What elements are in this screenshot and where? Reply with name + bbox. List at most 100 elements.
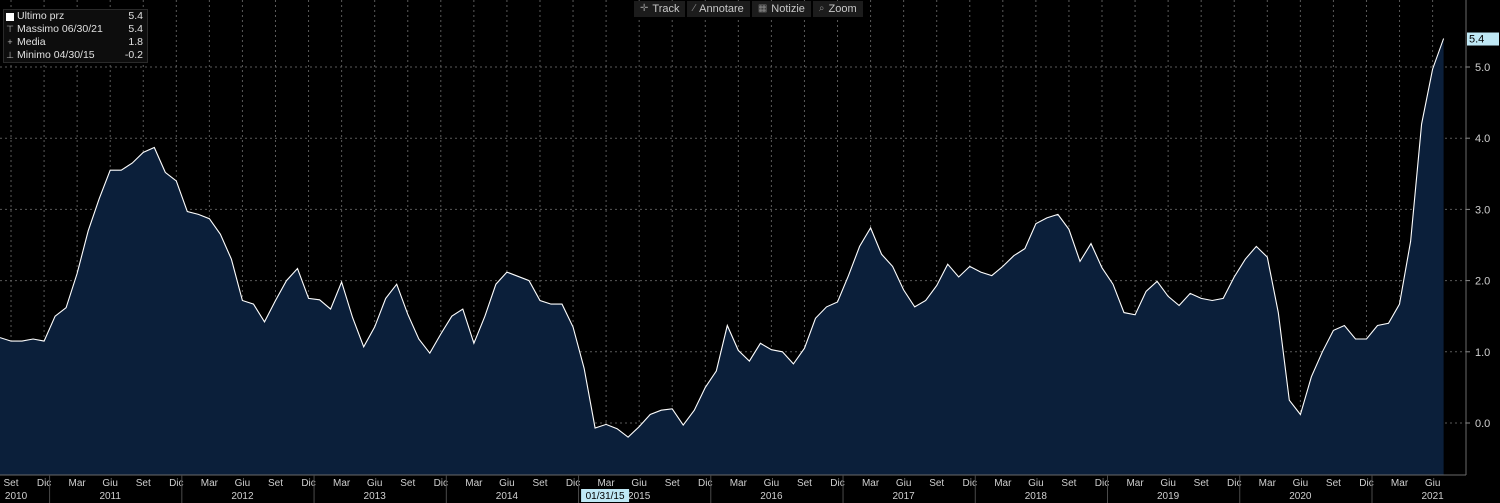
legend-label: Ultimo prz: [17, 10, 65, 22]
x-month-label: Mar: [862, 478, 880, 489]
data-point: [848, 275, 850, 277]
y-tick-label: 0.0: [1475, 418, 1490, 430]
news-button[interactable]: ▦ Notizie: [751, 1, 811, 17]
data-point: [837, 301, 839, 303]
x-month-label: Set: [136, 478, 151, 489]
data-point: [1443, 38, 1445, 40]
x-month-label: Set: [4, 478, 19, 489]
data-point: [473, 343, 475, 345]
x-month-label: Set: [400, 478, 415, 489]
data-point: [407, 313, 409, 315]
data-point: [98, 198, 100, 200]
x-month-label: Set: [665, 478, 680, 489]
data-point: [660, 409, 662, 411]
x-month-label: Giu: [1293, 478, 1309, 489]
legend-value: 5.4: [128, 10, 143, 22]
x-month-label: Mar: [465, 478, 483, 489]
y-tick-label: 1.0: [1475, 347, 1490, 359]
data-point: [1233, 276, 1235, 278]
data-point: [969, 266, 971, 268]
x-month-label: Giu: [367, 478, 383, 489]
x-month-label: Set: [268, 478, 283, 489]
data-point: [176, 180, 178, 182]
magnifier-icon: ⌕: [818, 3, 825, 14]
data-point: [165, 172, 167, 174]
data-point: [506, 271, 508, 273]
data-point: [363, 346, 365, 348]
cursor-date-label: 01/31/15: [586, 491, 625, 502]
data-point: [418, 338, 420, 340]
data-point: [1046, 217, 1048, 219]
data-point: [727, 325, 729, 327]
x-month-label: Giu: [235, 478, 251, 489]
chart-legend[interactable]: Ultimo prz 5.4 ⊤ Massimo 06/30/21 5.4 + …: [3, 9, 148, 63]
data-point: [484, 315, 486, 317]
data-point: [616, 428, 618, 430]
x-month-label: Mar: [69, 478, 87, 489]
legend-label: Massimo 06/30/21: [17, 23, 103, 35]
data-point: [561, 303, 563, 305]
data-point: [1344, 325, 1346, 327]
data-point: [1112, 283, 1114, 285]
x-month-label: Giu: [896, 478, 912, 489]
last-price-swatch: [6, 12, 14, 21]
x-year-label: 2014: [496, 491, 519, 502]
data-point: [440, 333, 442, 335]
data-point: [10, 340, 12, 342]
x-month-label: Giu: [1028, 478, 1044, 489]
y-tick-label: 2.0: [1475, 276, 1490, 288]
price-chart[interactable]: 0.01.02.03.04.05.05.4Set Dic Mar Giu Set Dic M…: [0, 0, 1500, 503]
data-point: [297, 268, 299, 270]
x-year-label: 2011: [99, 491, 121, 502]
x-month-label: Mar: [1126, 478, 1144, 489]
legend-row-last: Ultimo prz 5.4: [4, 10, 147, 23]
data-point: [1222, 298, 1224, 300]
data-point: [638, 426, 640, 428]
data-point: [1267, 256, 1269, 258]
data-point: [231, 258, 233, 260]
annotate-label: Annotare: [699, 3, 744, 15]
x-year-label: 2010: [5, 491, 28, 502]
data-point: [1134, 314, 1136, 316]
zoom-button[interactable]: ⌕ Zoom: [812, 1, 863, 17]
data-point: [396, 283, 398, 285]
legend-row-high: ⊤ Massimo 06/30/21 5.4: [4, 23, 147, 36]
data-point: [671, 408, 673, 410]
data-point: [1167, 296, 1169, 298]
data-point: [1145, 291, 1147, 293]
data-point: [209, 218, 211, 220]
data-point: [187, 211, 189, 213]
data-point: [109, 169, 111, 171]
data-point: [275, 300, 277, 302]
data-point: [242, 300, 244, 302]
data-point: [594, 427, 596, 429]
data-point: [1079, 261, 1081, 263]
data-point: [54, 315, 56, 317]
data-point: [991, 275, 993, 277]
data-point: [143, 152, 145, 154]
data-point: [649, 414, 651, 416]
data-point: [859, 246, 861, 248]
data-point: [914, 306, 916, 308]
crosshair-icon: ✛: [640, 3, 649, 14]
x-month-label: Mar: [1259, 478, 1277, 489]
x-month-label: Giu: [764, 478, 780, 489]
data-point: [605, 424, 607, 426]
x-year-label: 2013: [364, 491, 387, 502]
data-point: [264, 321, 266, 323]
track-button[interactable]: ✛ Track: [634, 1, 686, 17]
legend-label: Minimo 04/30/15: [17, 49, 95, 61]
x-month-label: Giu: [1425, 478, 1441, 489]
data-point: [1300, 414, 1302, 416]
x-month-label: Giu: [102, 478, 118, 489]
data-point: [451, 315, 453, 317]
zoom-label: Zoom: [828, 3, 857, 15]
data-point: [462, 308, 464, 310]
data-point: [1355, 338, 1357, 340]
data-point: [550, 303, 552, 305]
x-month-label: Mar: [730, 478, 748, 489]
data-point: [76, 273, 78, 275]
annotate-button[interactable]: ∕ Annotare: [687, 1, 750, 17]
data-point: [572, 326, 574, 328]
data-point: [1432, 68, 1434, 70]
